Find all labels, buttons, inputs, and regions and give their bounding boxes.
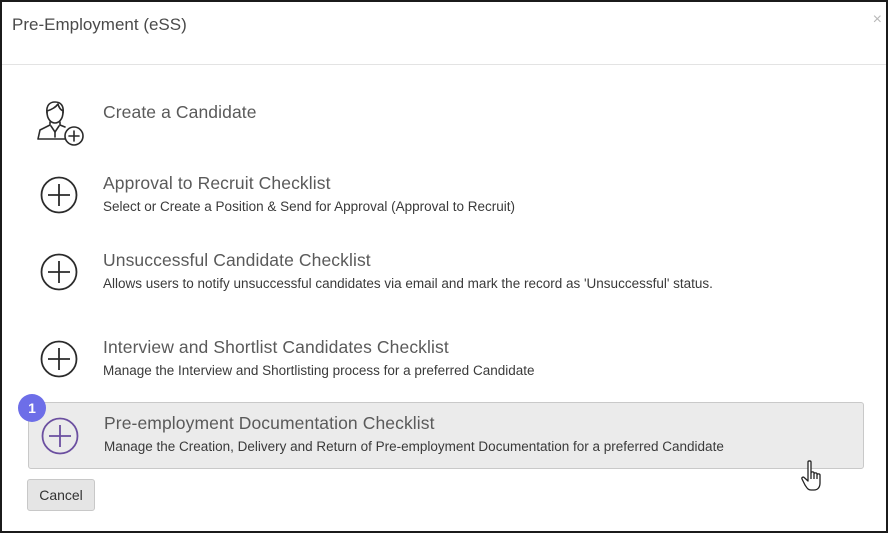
dialog-header: Pre-Employment (eSS) × bbox=[2, 2, 886, 65]
option-interview-shortlist[interactable]: Interview and Shortlist Candidates Check… bbox=[28, 326, 864, 390]
option-title: Create a Candidate bbox=[103, 102, 257, 122]
close-icon[interactable]: × bbox=[873, 12, 882, 28]
plus-circle-icon bbox=[38, 251, 80, 293]
hand-pointer-icon bbox=[800, 459, 826, 493]
option-title: Pre-employment Documentation Checklist bbox=[104, 413, 435, 433]
option-description: Allows users to notify unsuccessful cand… bbox=[103, 276, 713, 291]
option-pre-employment-documentation[interactable]: Pre-employment Documentation Checklist M… bbox=[28, 402, 864, 469]
option-approval-to-recruit[interactable]: Approval to Recruit Checklist Select or … bbox=[28, 162, 864, 226]
pre-employment-dialog: Pre-Employment (eSS) × Create a Candidat… bbox=[0, 0, 888, 533]
option-description: Select or Create a Position & Send for A… bbox=[103, 199, 515, 214]
user-add-icon bbox=[34, 96, 84, 146]
option-unsuccessful-candidate[interactable]: Unsuccessful Candidate Checklist Allows … bbox=[28, 239, 864, 303]
dialog-title: Pre-Employment (eSS) bbox=[12, 15, 187, 34]
option-description: Manage the Interview and Shortlisting pr… bbox=[103, 363, 535, 378]
option-description: Manage the Creation, Delivery and Return… bbox=[104, 439, 724, 454]
option-title: Unsuccessful Candidate Checklist bbox=[103, 250, 371, 270]
plus-circle-icon bbox=[39, 415, 81, 457]
option-create-candidate[interactable]: Create a Candidate bbox=[28, 80, 864, 146]
cancel-button[interactable]: Cancel bbox=[27, 479, 95, 511]
option-title: Interview and Shortlist Candidates Check… bbox=[103, 337, 449, 357]
plus-circle-icon bbox=[38, 174, 80, 216]
step-badge: 1 bbox=[18, 394, 46, 422]
plus-circle-icon bbox=[38, 338, 80, 380]
option-title: Approval to Recruit Checklist bbox=[103, 173, 331, 193]
